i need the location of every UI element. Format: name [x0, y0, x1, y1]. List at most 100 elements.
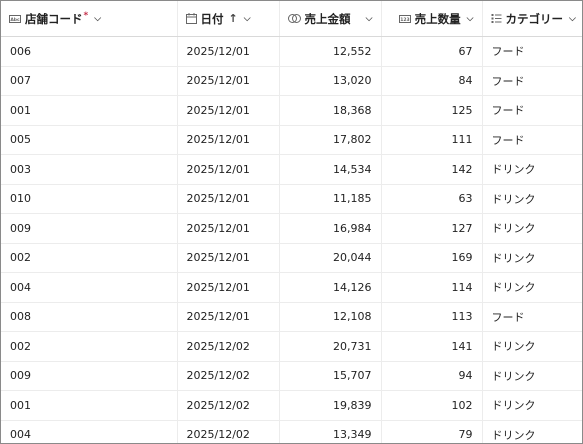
- chevron-down-icon[interactable]: ⌵: [94, 14, 101, 24]
- cell-category[interactable]: ドリンク: [482, 154, 582, 185]
- table-row[interactable]: 005 2025/12/01 17,802 111 フード: [1, 125, 582, 155]
- cell-category[interactable]: フード: [482, 36, 582, 67]
- cell-store-code[interactable]: 001: [1, 390, 178, 421]
- cell-sales-amount[interactable]: 20,044: [279, 243, 382, 273]
- cell-store-code[interactable]: 009: [1, 361, 178, 391]
- table-row[interactable]: 003 2025/12/01 14,534 142 ドリンク: [1, 154, 582, 185]
- column-header-sales-amount[interactable]: 売上金額 ⌵: [279, 1, 382, 37]
- column-header-store-code[interactable]: Abc 店舗コード * ⌵: [1, 1, 178, 37]
- cell-category[interactable]: ドリンク: [482, 184, 582, 214]
- table-row[interactable]: 001 2025/12/01 18,368 125 フード: [1, 95, 582, 126]
- cell-store-code[interactable]: 009: [1, 213, 178, 244]
- cell-sales-qty[interactable]: 125: [381, 95, 483, 126]
- cell-date[interactable]: 2025/12/01: [177, 272, 280, 303]
- cell-category[interactable]: ドリンク: [482, 331, 582, 362]
- cell-date[interactable]: 2025/12/01: [177, 243, 280, 273]
- cell-store-code[interactable]: 006: [1, 36, 178, 67]
- cell-sales-qty[interactable]: 169: [381, 243, 483, 273]
- chevron-down-icon[interactable]: ⌵: [467, 14, 474, 24]
- cell-date[interactable]: 2025/12/01: [177, 184, 280, 214]
- cell-store-code[interactable]: 008: [1, 302, 178, 332]
- chevron-down-icon[interactable]: ⌵: [569, 14, 576, 24]
- cell-sales-amount[interactable]: 18,368: [279, 95, 382, 126]
- cell-store-code[interactable]: 005: [1, 125, 178, 155]
- cell-category[interactable]: フード: [482, 302, 582, 332]
- cell-sales-qty[interactable]: 142: [381, 154, 483, 185]
- column-label: 売上金額: [304, 11, 351, 26]
- table-row[interactable]: 002 2025/12/02 20,731 141 ドリンク: [1, 331, 582, 362]
- cell-date[interactable]: 2025/12/01: [177, 66, 280, 96]
- table-row[interactable]: 009 2025/12/01 16,984 127 ドリンク: [1, 213, 582, 244]
- svg-text:123: 123: [400, 17, 409, 23]
- cell-date[interactable]: 2025/12/02: [177, 420, 280, 443]
- svg-text:Abc: Abc: [10, 17, 20, 23]
- currency-icon: [287, 14, 301, 23]
- cell-sales-qty[interactable]: 79: [381, 420, 483, 443]
- cell-sales-amount[interactable]: 14,534: [279, 154, 382, 185]
- cell-category[interactable]: ドリンク: [482, 272, 582, 303]
- cell-store-code[interactable]: 004: [1, 272, 178, 303]
- cell-sales-amount[interactable]: 13,020: [279, 66, 382, 96]
- cell-sales-qty[interactable]: 111: [381, 125, 483, 155]
- cell-category[interactable]: ドリンク: [482, 243, 582, 273]
- cell-date[interactable]: 2025/12/02: [177, 390, 280, 421]
- cell-store-code[interactable]: 001: [1, 95, 178, 126]
- column-header-date[interactable]: 日付 ↑ ⌵: [177, 1, 280, 37]
- cell-store-code[interactable]: 010: [1, 184, 178, 214]
- cell-date[interactable]: 2025/12/01: [177, 154, 280, 185]
- cell-sales-amount[interactable]: 16,984: [279, 213, 382, 244]
- table-row[interactable]: 001 2025/12/02 19,839 102 ドリンク: [1, 390, 582, 421]
- cell-date[interactable]: 2025/12/02: [177, 331, 280, 362]
- cell-sales-qty[interactable]: 113: [381, 302, 483, 332]
- cell-sales-qty[interactable]: 63: [381, 184, 483, 214]
- cell-category[interactable]: ドリンク: [482, 361, 582, 391]
- cell-sales-amount[interactable]: 15,707: [279, 361, 382, 391]
- cell-sales-amount[interactable]: 12,552: [279, 36, 382, 67]
- cell-store-code[interactable]: 003: [1, 154, 178, 185]
- cell-category[interactable]: ドリンク: [482, 420, 582, 443]
- cell-date[interactable]: 2025/12/02: [177, 361, 280, 391]
- cell-date[interactable]: 2025/12/01: [177, 125, 280, 155]
- cell-category[interactable]: ドリンク: [482, 390, 582, 421]
- cell-sales-qty[interactable]: 127: [381, 213, 483, 244]
- cell-category[interactable]: フード: [482, 66, 582, 96]
- cell-date[interactable]: 2025/12/01: [177, 213, 280, 244]
- cell-store-code[interactable]: 002: [1, 243, 178, 273]
- cell-sales-qty[interactable]: 141: [381, 331, 483, 362]
- header-row: Abc 店舗コード * ⌵ 日付 ↑ ⌵ 売上金額 ⌵ 123 売上数量 ⌵ カ…: [1, 1, 582, 37]
- cell-sales-amount[interactable]: 13,349: [279, 420, 382, 443]
- cell-store-code[interactable]: 002: [1, 331, 178, 362]
- cell-sales-qty[interactable]: 67: [381, 36, 483, 67]
- table-row[interactable]: 007 2025/12/01 13,020 84 フード: [1, 66, 582, 96]
- cell-sales-amount[interactable]: 17,802: [279, 125, 382, 155]
- cell-category[interactable]: フード: [482, 125, 582, 155]
- cell-category[interactable]: ドリンク: [482, 213, 582, 244]
- table-row[interactable]: 006 2025/12/01 12,552 67 フード: [1, 36, 582, 67]
- column-header-sales-qty[interactable]: 123 売上数量 ⌵: [381, 1, 483, 37]
- table-row[interactable]: 004 2025/12/02 13,349 79 ドリンク: [1, 420, 582, 443]
- chevron-down-icon[interactable]: ⌵: [244, 14, 251, 24]
- table-row[interactable]: 010 2025/12/01 11,185 63 ドリンク: [1, 184, 582, 214]
- cell-sales-qty[interactable]: 84: [381, 66, 483, 96]
- cell-store-code[interactable]: 004: [1, 420, 178, 443]
- cell-date[interactable]: 2025/12/01: [177, 36, 280, 67]
- column-header-category[interactable]: カテゴリー ⌵: [482, 1, 582, 37]
- cell-sales-amount[interactable]: 14,126: [279, 272, 382, 303]
- table-row[interactable]: 002 2025/12/01 20,044 169 ドリンク: [1, 243, 582, 273]
- cell-sales-qty[interactable]: 114: [381, 272, 483, 303]
- cell-sales-amount[interactable]: 20,731: [279, 331, 382, 362]
- table-row[interactable]: 008 2025/12/01 12,108 113 フード: [1, 302, 582, 332]
- cell-sales-qty[interactable]: 94: [381, 361, 483, 391]
- cell-sales-amount[interactable]: 19,839: [279, 390, 382, 421]
- cell-store-code[interactable]: 007: [1, 66, 178, 96]
- cell-date[interactable]: 2025/12/01: [177, 302, 280, 332]
- table-row[interactable]: 004 2025/12/01 14,126 114 ドリンク: [1, 272, 582, 303]
- cell-date[interactable]: 2025/12/01: [177, 95, 280, 126]
- chevron-down-icon[interactable]: ⌵: [366, 14, 373, 24]
- cell-sales-amount[interactable]: 12,108: [279, 302, 382, 332]
- cell-sales-qty[interactable]: 102: [381, 390, 483, 421]
- cell-sales-amount[interactable]: 11,185: [279, 184, 382, 214]
- table-row[interactable]: 009 2025/12/02 15,707 94 ドリンク: [1, 361, 582, 391]
- column-label: 店舗コード: [25, 11, 83, 26]
- cell-category[interactable]: フード: [482, 95, 582, 126]
